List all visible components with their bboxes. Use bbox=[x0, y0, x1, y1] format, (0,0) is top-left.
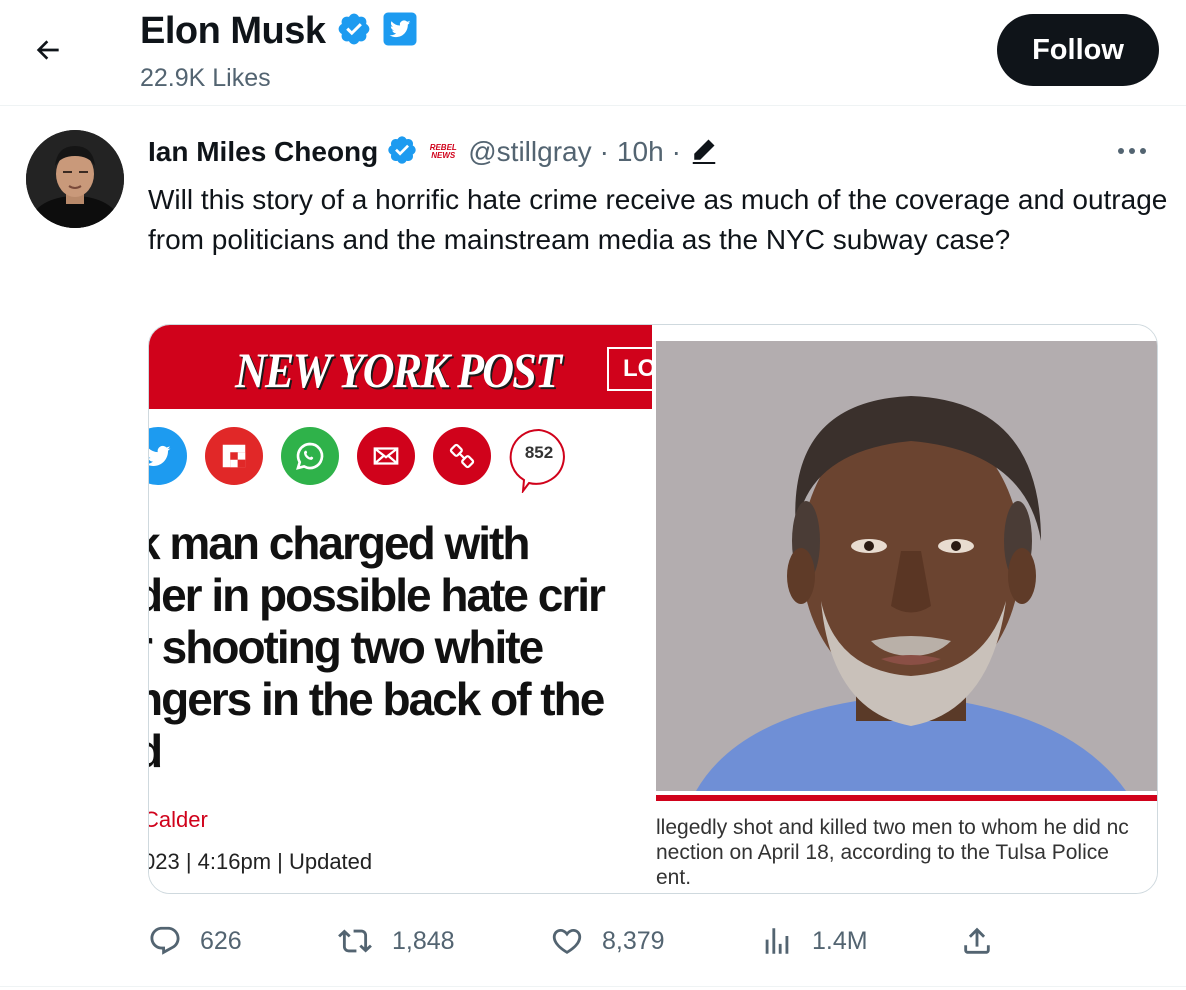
article-dateline: 023 | 4:16pm | Updated bbox=[149, 849, 373, 874]
retweet-icon bbox=[336, 924, 374, 958]
reply-button[interactable]: 626 bbox=[148, 918, 242, 964]
views-icon bbox=[760, 924, 794, 958]
nyp-login-box: LO bbox=[607, 347, 652, 391]
reply-count: 626 bbox=[200, 926, 242, 955]
verified-badge-icon bbox=[336, 11, 372, 52]
article-byline: Calder bbox=[149, 807, 208, 832]
profile-name: Elon Musk bbox=[140, 10, 326, 52]
flipboard-share-icon bbox=[205, 427, 263, 485]
back-button[interactable] bbox=[26, 30, 70, 74]
mugshot-panel[interactable]: llegedly shot and killed two men to whom… bbox=[652, 325, 1157, 893]
views-button[interactable]: 1.4M bbox=[760, 918, 868, 964]
more-options-button[interactable] bbox=[1112, 136, 1152, 168]
headline-line: k man charged with bbox=[149, 517, 530, 569]
avatar[interactable] bbox=[26, 130, 124, 228]
article-headline: k man charged with der in possible hate … bbox=[149, 517, 652, 777]
headline-line: r shooting two white bbox=[149, 621, 544, 673]
like-icon bbox=[550, 924, 584, 958]
affiliate-badge[interactable]: REBEL NEWS bbox=[426, 137, 460, 167]
edit-pencil-icon[interactable] bbox=[689, 135, 719, 170]
nyp-logo: NEW YORK POST bbox=[235, 342, 562, 398]
back-arrow-icon bbox=[32, 34, 64, 71]
link-share-icon bbox=[433, 427, 491, 485]
twitter-bird-icon bbox=[382, 11, 418, 52]
share-icon bbox=[960, 924, 994, 958]
reply-icon bbox=[148, 924, 182, 958]
profile-header: Elon Musk 22.9K Likes Follow bbox=[0, 0, 1186, 106]
retweet-button[interactable]: 1,848 bbox=[336, 918, 455, 964]
twitter-share-icon bbox=[149, 427, 187, 485]
retweet-count: 1,848 bbox=[392, 926, 455, 955]
mugshot-photo bbox=[656, 341, 1157, 791]
verified-badge-icon bbox=[386, 134, 418, 171]
tweet-header: Ian Miles Cheong REBEL NEWS @stillgray ·… bbox=[148, 130, 719, 174]
like-count: 8,379 bbox=[602, 926, 665, 955]
article-screenshot[interactable]: NEW YORK POST LO 852 bbox=[149, 325, 652, 893]
meta-separator: · bbox=[671, 136, 681, 167]
views-count: 1.4M bbox=[812, 926, 868, 955]
share-button[interactable] bbox=[960, 918, 994, 964]
whatsapp-share-icon bbox=[281, 427, 339, 485]
profile-likes-count: 22.9K Likes bbox=[140, 64, 271, 92]
comment-count: 852 bbox=[524, 443, 554, 462]
email-share-icon bbox=[357, 427, 415, 485]
affiliate-badge-label: REBEL NEWS bbox=[429, 143, 457, 160]
profile-name-row: Elon Musk bbox=[140, 10, 418, 53]
author-handle[interactable]: @stillgray bbox=[468, 136, 591, 168]
follow-button[interactable]: Follow bbox=[997, 14, 1159, 86]
caption-divider bbox=[656, 795, 1157, 801]
divider bbox=[0, 986, 1186, 987]
headline-line: der in possible hate crir bbox=[149, 569, 606, 621]
more-dots-icon bbox=[1116, 143, 1148, 161]
nyp-masthead: NEW YORK POST LO bbox=[149, 325, 652, 409]
tweet-text: Will this story of a horrific hate crime… bbox=[148, 184, 1168, 255]
like-button[interactable]: 8,379 bbox=[550, 918, 665, 964]
meta-separator: · bbox=[599, 136, 609, 167]
tweet-actions: 626 1,848 8,379 1.4M bbox=[148, 918, 1008, 964]
tweet-media[interactable]: NEW YORK POST LO 852 bbox=[148, 324, 1158, 894]
author-name[interactable]: Ian Miles Cheong bbox=[148, 136, 378, 168]
photo-caption: llegedly shot and killed two men to whom… bbox=[656, 816, 1129, 889]
headline-line: ngers in the back of the bbox=[149, 673, 605, 725]
headline-line: d bbox=[149, 725, 652, 777]
tweet-timestamp[interactable]: 10h bbox=[617, 136, 664, 168]
